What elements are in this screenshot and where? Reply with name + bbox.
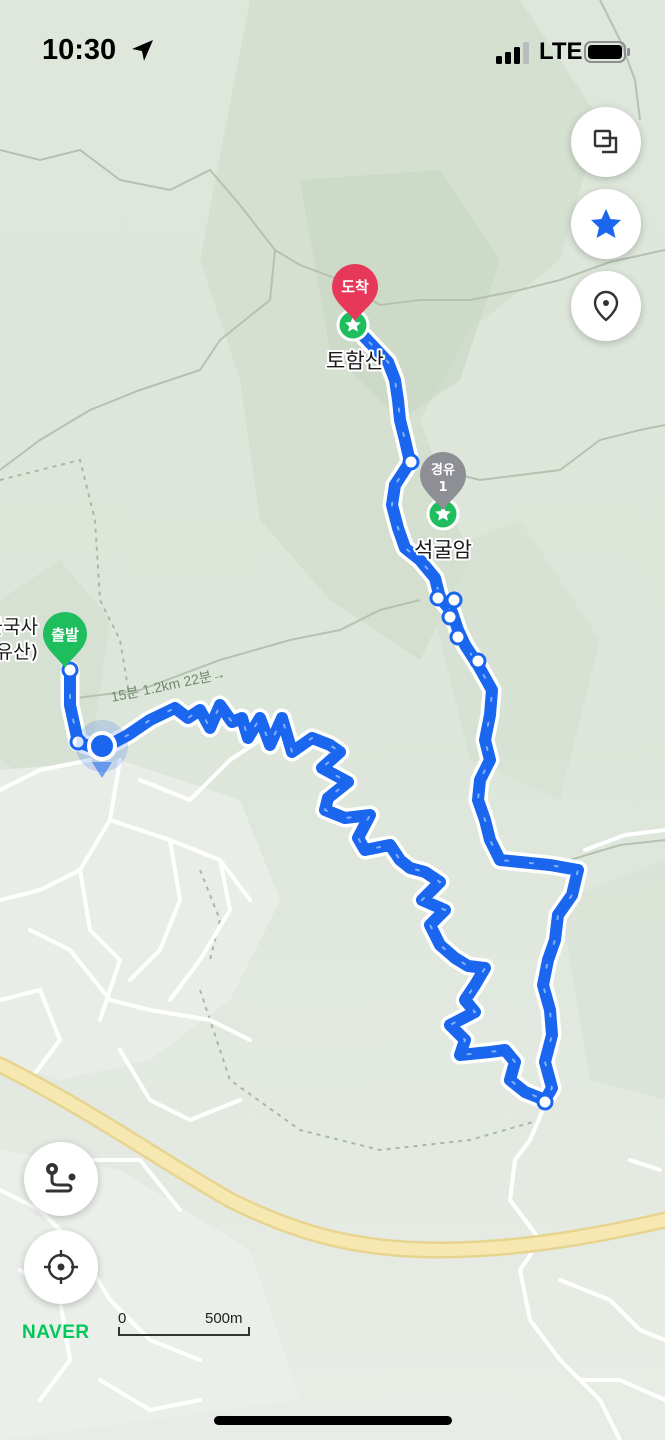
- scale-zero-label: 0: [118, 1310, 127, 1327]
- naver-logo: NAVER: [22, 1322, 90, 1343]
- battery-icon: [584, 41, 630, 63]
- waypoint-marker-label: 경유: [431, 462, 455, 478]
- crosshair-icon: [44, 1250, 78, 1284]
- status-time: 10:30: [42, 34, 117, 66]
- route-icon: [45, 1163, 76, 1193]
- signal-icon: [496, 42, 529, 64]
- status-bar: 10:30 LTE: [0, 0, 665, 100]
- route-button[interactable]: [24, 1142, 98, 1216]
- favorite-button[interactable]: [571, 189, 641, 259]
- place-label-seokguram[interactable]: 석굴암: [412, 536, 474, 564]
- place-label-temple[interactable]: 불국사: [0, 614, 40, 640]
- my-location-button[interactable]: [24, 1230, 98, 1304]
- location-arrow-icon: [132, 40, 153, 61]
- scale-distance-label: 500m: [205, 1310, 243, 1327]
- end-marker-label: 도착: [341, 278, 369, 296]
- star-icon: [591, 209, 621, 238]
- network-type: LTE: [539, 38, 583, 65]
- start-marker-label: 출발: [51, 626, 79, 644]
- layers-button[interactable]: [571, 107, 641, 177]
- layers-icon: [593, 129, 618, 154]
- map-canvas[interactable]: 15분 1.2km 22분→ 출발 도착 경유 1 토함산 석굴암 국사 유산): [0, 0, 665, 1440]
- place-label-summit[interactable]: 토함산: [324, 347, 386, 375]
- place-pin-button[interactable]: [571, 271, 641, 341]
- pin-icon: [593, 290, 619, 322]
- place-label-temple-suffix: 유산): [0, 641, 38, 663]
- home-indicator[interactable]: [214, 1416, 452, 1425]
- waypoint-marker-number: 1: [438, 480, 447, 495]
